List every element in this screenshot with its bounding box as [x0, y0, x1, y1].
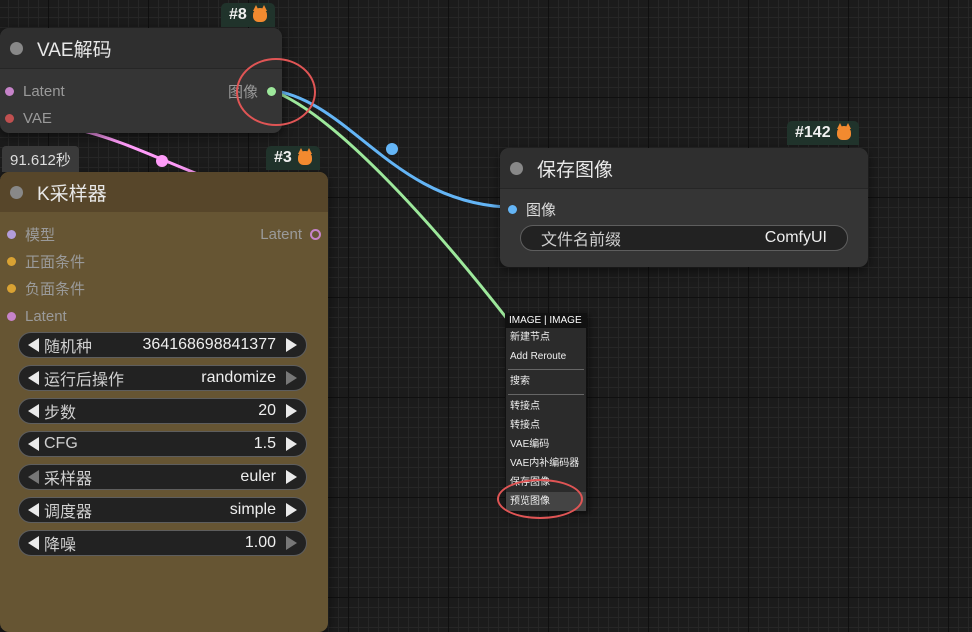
input-slot-image[interactable]: 图像	[508, 199, 556, 219]
node-title: VAE解码	[37, 39, 112, 61]
scheduler-widget[interactable]: 调度器 simple	[18, 497, 307, 523]
execution-time-badge: 91.612秒	[2, 146, 79, 172]
menu-item-reroute[interactable]: 转接点	[506, 416, 586, 435]
menu-separator	[508, 391, 584, 395]
ksampler-node[interactable]: K采样器 模型 正面条件 负面条件 Latent Latent 随机种 3641…	[0, 172, 328, 632]
fox-icon	[836, 123, 851, 140]
denoise-widget[interactable]: 降噪 1.00	[18, 530, 307, 556]
increment-arrow-icon[interactable]	[286, 536, 297, 550]
slot-dot	[310, 228, 321, 240]
sampler-widget[interactable]: 采样器 euler	[18, 464, 307, 490]
decrement-arrow-icon[interactable]	[28, 437, 39, 451]
menu-item-search[interactable]: 搜索	[506, 372, 586, 391]
image-wire-midpoint[interactable]	[386, 143, 398, 155]
highlight-ring-output-slot	[236, 58, 316, 126]
input-slot-model[interactable]: 模型	[7, 224, 55, 244]
fox-icon	[297, 148, 312, 165]
menu-separator	[508, 366, 584, 370]
decrement-arrow-icon[interactable]	[28, 371, 39, 385]
filename-prefix-widget[interactable]: 文件名前缀 ComfyUI	[520, 225, 848, 251]
slot-dot	[508, 204, 517, 214]
seed-widget[interactable]: 随机种 364168698841377	[18, 332, 307, 358]
node-title-bar[interactable]: VAE解码	[0, 28, 282, 69]
highlight-ring-preview-item	[497, 479, 583, 519]
input-slot-latent[interactable]: Latent	[7, 306, 67, 326]
increment-arrow-icon[interactable]	[286, 437, 297, 451]
latent-wire	[79, 128, 201, 177]
menu-item-add-reroute[interactable]: Add Reroute	[506, 347, 586, 366]
increment-arrow-icon[interactable]	[286, 338, 297, 352]
menu-title: IMAGE | IMAGE	[506, 314, 586, 328]
collapse-dot[interactable]	[10, 41, 23, 55]
menu-item-vae-encode-inpaint[interactable]: VAE内补编码器	[506, 454, 586, 473]
node-title-bar[interactable]: K采样器	[0, 172, 328, 212]
decrement-arrow-icon[interactable]	[28, 404, 39, 418]
slot-dot	[7, 311, 16, 321]
node-id-badge: #8	[221, 3, 275, 27]
node-title-bar[interactable]: 保存图像	[500, 148, 868, 189]
slot-dot	[5, 86, 14, 96]
node-id-badge: #3	[266, 146, 320, 170]
node-id-badge: #142	[787, 121, 859, 145]
control-after-generate-widget[interactable]: 运行后操作 randomize	[18, 365, 307, 391]
collapse-dot[interactable]	[10, 185, 23, 199]
input-slot-latent[interactable]: Latent	[5, 81, 65, 101]
slot-dot	[5, 113, 14, 123]
increment-arrow-icon[interactable]	[286, 404, 297, 418]
fox-icon	[252, 5, 267, 22]
node-title: K采样器	[37, 183, 107, 205]
decrement-arrow-icon[interactable]	[28, 338, 39, 352]
save-image-node[interactable]: 保存图像 图像 文件名前缀 ComfyUI	[500, 148, 868, 267]
output-slot-latent[interactable]: Latent	[260, 224, 321, 244]
menu-item-vae-encode[interactable]: VAE编码	[506, 435, 586, 454]
increment-arrow-icon[interactable]	[286, 371, 297, 385]
collapse-dot[interactable]	[510, 161, 523, 175]
decrement-arrow-icon[interactable]	[28, 503, 39, 517]
decrement-arrow-icon[interactable]	[28, 470, 39, 484]
menu-item-new-node[interactable]: 新建节点	[506, 328, 586, 347]
slot-dot	[7, 256, 16, 266]
menu-item-reroute[interactable]: 转接点	[506, 397, 586, 416]
input-slot-positive[interactable]: 正面条件	[7, 251, 85, 271]
slot-dot	[7, 229, 16, 239]
latent-wire-midpoint[interactable]	[156, 155, 168, 167]
increment-arrow-icon[interactable]	[286, 503, 297, 517]
cfg-widget[interactable]: CFG 1.5	[18, 431, 307, 457]
increment-arrow-icon[interactable]	[286, 470, 297, 484]
decrement-arrow-icon[interactable]	[28, 536, 39, 550]
steps-widget[interactable]: 步数 20	[18, 398, 307, 424]
node-title: 保存图像	[537, 159, 614, 181]
input-slot-vae[interactable]: VAE	[5, 108, 52, 128]
input-slot-negative[interactable]: 负面条件	[7, 278, 85, 298]
slot-dot	[7, 283, 16, 293]
